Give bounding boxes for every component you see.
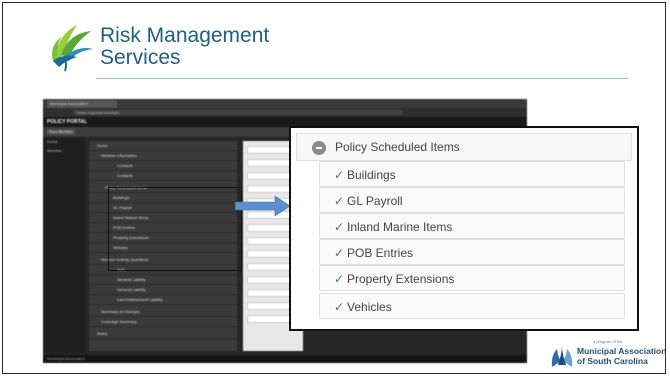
app-sidebar: Home Member (43, 137, 85, 353)
masc-logo: a program of the Municipal Association o… (549, 339, 666, 373)
zoom-inset: Policy Scheduled Items ✓ Buildings ✓ GL … (289, 126, 639, 331)
list-item-vehicles[interactable]: ✓ Vehicles (319, 293, 625, 319)
sidebar-item-home[interactable]: Home (43, 137, 85, 146)
checkmark-icon: ✓ (334, 194, 345, 208)
slide: Risk Management Services Municipal Assoc… (2, 2, 666, 374)
title-line-1: Risk Management (100, 24, 270, 47)
list-item-label: GL Payroll (347, 194, 403, 208)
list-item-buildings[interactable]: ✓ Buildings (319, 161, 625, 187)
highlight-box (108, 187, 242, 271)
list-item-gl-payroll[interactable]: ✓ GL Payroll (319, 187, 625, 213)
list-item-property-extensions[interactable]: ✓ Property Extensions (319, 265, 625, 291)
member-select-button[interactable]: Your Member (47, 129, 75, 135)
app-footer: Municipal Association (43, 355, 527, 363)
tree-row[interactable]: Coverage Summary (89, 317, 237, 327)
list-item-label: POB Entries (347, 246, 414, 260)
masc-name-line-2: of South Carolina (577, 356, 648, 366)
tree-row[interactable]: Contacts (89, 161, 237, 171)
masc-tagline: a program of the (593, 339, 623, 344)
header-divider (96, 78, 628, 79)
list-item-label: Property Extensions (347, 272, 455, 286)
checkmark-icon: ✓ (334, 300, 345, 314)
list-item-pob-entries[interactable]: ✓ POB Entries (319, 239, 625, 265)
list-item-label: Buildings (347, 168, 396, 182)
browser-tab[interactable]: Municipal Association (47, 100, 117, 108)
app-brand: POLICY PORTAL (47, 119, 88, 125)
browser-urlbar: masc.myportal.example (43, 108, 527, 117)
title-line-2: Services (100, 46, 181, 69)
sidebar-item-member[interactable]: Member (43, 146, 85, 155)
list-item-label: Inland Marine Items (347, 220, 453, 234)
tree-row[interactable]: Summary of Changes (89, 307, 237, 317)
checkmark-icon: ✓ (334, 272, 345, 286)
hands-logo-icon (551, 346, 573, 367)
header-label: Policy Scheduled Items (335, 140, 460, 154)
tree-row[interactable]: Law Enforcement Liability (89, 295, 237, 305)
palmetto-logo-icon (52, 25, 93, 72)
list-item-inland-marine-items[interactable]: ✓ Inland Marine Items (319, 213, 625, 239)
tree-row[interactable]: Member Information (89, 151, 237, 161)
arrow-icon (235, 195, 291, 217)
tree-row[interactable]: General Liability (89, 275, 237, 285)
checkmark-icon: ✓ (334, 168, 345, 182)
tree-row[interactable]: Contacts (89, 171, 237, 181)
tree-row[interactable]: General Liability (89, 285, 237, 295)
masc-name-line-1: Municipal Association (577, 346, 666, 356)
policy-scheduled-items-header[interactable]: Policy Scheduled Items (296, 133, 632, 161)
checkmark-icon: ✓ (334, 220, 345, 234)
page-title: Risk Management Services (100, 25, 269, 69)
checkmark-icon: ✓ (334, 246, 345, 260)
url-field[interactable]: masc.myportal.example (73, 110, 403, 115)
tree-row[interactable]: Notes (89, 329, 237, 339)
tree-row[interactable]: Home (89, 141, 237, 151)
browser-tabbar: Municipal Association (43, 99, 527, 108)
list-item-label: Vehicles (347, 300, 392, 314)
collapse-icon[interactable] (312, 141, 326, 155)
